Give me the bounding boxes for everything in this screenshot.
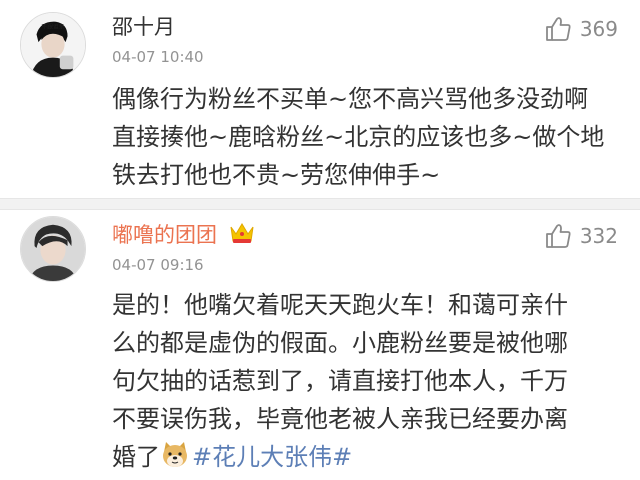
thumbs-up-icon (545, 224, 571, 248)
comment-line: 么的都是虚伪的假面。小鹿粉丝要是被他哪 (112, 329, 568, 357)
comment-text: 偶像行为粉丝不买单~您不高兴骂他多没劲啊 直接揍他~鹿晗粉丝~北京的应该也多~做… (112, 80, 622, 194)
username[interactable]: 嘟噜的团团 (112, 219, 217, 249)
comment-line-text: 婚了 (112, 443, 160, 471)
user-avatar-icon: 不跟谁亲 (21, 13, 85, 77)
username[interactable]: 邵十月 (112, 11, 175, 41)
like-count: 332 (579, 224, 618, 248)
svg-text:不跟谁亲: 不跟谁亲 (41, 23, 64, 31)
like-button[interactable]: 332 (544, 222, 618, 250)
comment-item: 不跟谁亲 邵十月 04-07 10:40 369 偶像行为粉丝不买单~您不高兴骂… (0, 0, 640, 198)
doge-emoji-icon (163, 442, 187, 467)
like-button[interactable]: 369 (544, 15, 618, 43)
like-count: 369 (579, 17, 618, 41)
comment-line: 是的！他嘴欠着呢天天跑火车！和蔼可亲什 (112, 291, 568, 319)
comment-separator (0, 198, 640, 210)
comment-line: 句欠抽的话惹到了，请直接打他本人，千万 (112, 367, 568, 395)
comment-line: 不要误伤我，毕竟他老被人亲我已经要办离 (112, 405, 568, 433)
avatar[interactable]: 不跟谁亲 (20, 12, 86, 78)
comment-line: 直接揍他~鹿晗粉丝~北京的应该也多~做个地 (112, 123, 605, 151)
user-avatar-icon (21, 217, 85, 281)
avatar[interactable] (20, 216, 86, 282)
comment-text: 是的！他嘴欠着呢天天跑火车！和蔼可亲什 么的都是虚伪的假面。小鹿粉丝要是被他哪 … (112, 286, 622, 476)
vip-crown-icon[interactable] (228, 220, 256, 246)
timestamp: 04-07 10:40 (112, 48, 204, 66)
comment-last-line: 婚了 #花儿大张伟# (112, 438, 622, 476)
comment-line: 铁去打他也不贵~劳您伸伸手~ (112, 161, 441, 189)
comment-line: 偶像行为粉丝不买单~您不高兴骂他多没劲啊 (112, 85, 589, 113)
thumbs-up-icon (545, 17, 571, 41)
timestamp: 04-07 09:16 (112, 256, 204, 274)
topic-hashtag-link[interactable]: #花儿大张伟# (192, 443, 352, 471)
